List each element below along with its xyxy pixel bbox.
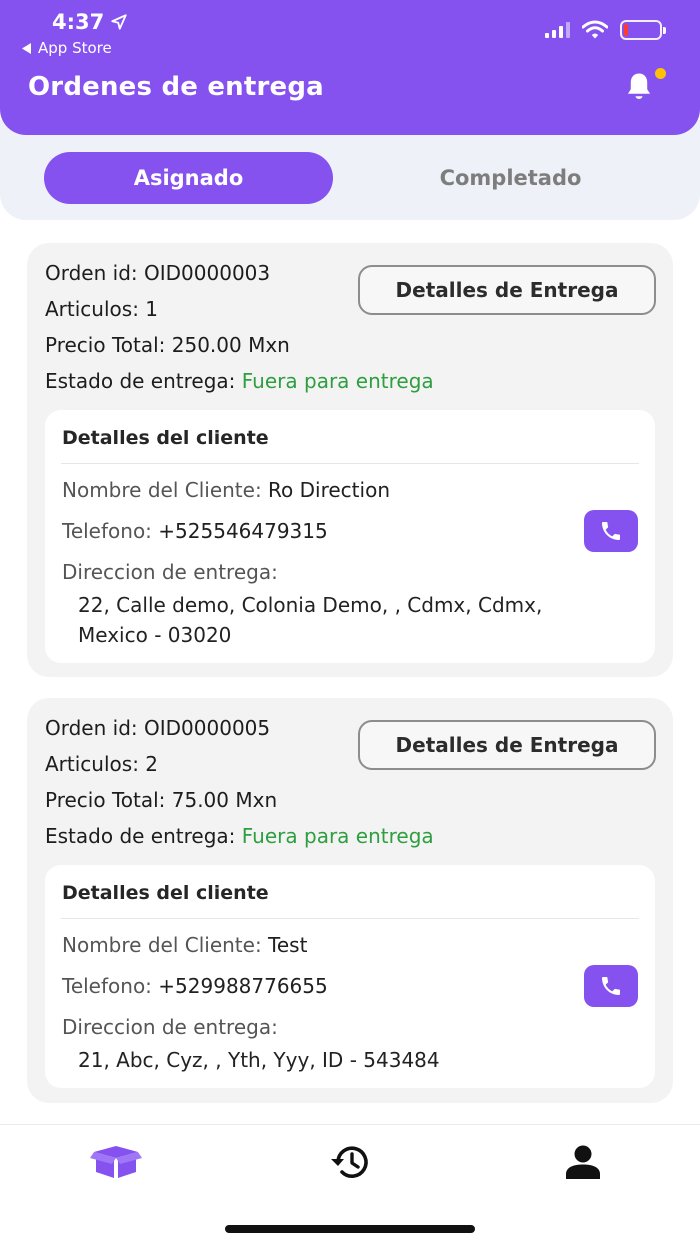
client-name-line: Nombre del Cliente: Test [62,933,307,957]
order-card: Orden id: OID0000003 Articulos: 1 Precio… [27,243,673,677]
order-total-label: Precio Total: [45,333,166,357]
order-items-line: Articulos: 2 [45,752,158,776]
user-icon [566,1145,600,1179]
back-triangle-icon [22,42,31,54]
client-details-title: Detalles del cliente [62,427,269,449]
order-status-value: Fuera para entrega [241,369,434,393]
order-id-label: Orden id: [45,261,138,285]
client-address-label: Direccion de entrega: [62,1015,278,1039]
box-icon [90,1146,142,1178]
order-items-value: 2 [145,752,159,776]
order-status-line: Estado de entrega: Fuera para entrega [45,369,434,393]
order-total-line: Precio Total: 250.00 Mxn [45,333,290,357]
order-items-label: Articulos: [45,297,139,321]
nav-history[interactable] [324,1140,376,1184]
client-name-line: Nombre del Cliente: Ro Direction [62,478,390,502]
client-name-value: Ro Direction [268,478,390,502]
back-label: App Store [38,39,112,57]
delivery-details-button[interactable]: Detalles de Entrega [358,265,656,315]
wifi-icon [582,20,608,39]
order-id-label: Orden id: [45,716,138,740]
client-phone-label: Telefono: [62,974,152,998]
app-header: 4:37 App Store Ordenes de entrega [0,0,700,135]
order-items-line: Articulos: 1 [45,297,158,321]
page-title: Ordenes de entrega [28,72,324,102]
client-details-box: Detalles del cliente Nombre del Cliente:… [45,410,655,663]
order-id-value: OID0000003 [144,261,271,285]
status-indicators [545,20,666,40]
status-time: 4:37 [52,10,128,34]
order-total-value: 250.00 Mxn [171,333,290,357]
client-address-value: 21, Abc, Cyz, , Yth, Yyy, ID - 543484 [78,1048,440,1072]
delivery-details-button[interactable]: Detalles de Entrega [358,720,656,770]
signal-icon [545,22,570,38]
location-arrow-icon [111,14,127,30]
client-divider [61,463,639,464]
tab-completed[interactable]: Completado [366,152,655,204]
order-items-value: 1 [145,297,159,321]
order-status-value: Fuera para entrega [241,824,434,848]
order-total-value: 75.00 Mxn [171,788,278,812]
history-icon [331,1146,368,1178]
order-status-label: Estado de entrega: [45,369,236,393]
call-button[interactable] [584,510,638,552]
tab-assigned[interactable]: Asignado [44,152,333,204]
client-details-box: Detalles del cliente Nombre del Cliente:… [45,865,655,1088]
client-address-label: Direccion de entrega: [62,560,278,584]
client-phone-label: Telefono: [62,519,152,543]
client-phone-value: +525546479315 [158,519,328,543]
client-address-value: 22, Calle demo, Colonia Demo, , Cdmx, Cd… [78,593,543,647]
nav-profile[interactable] [557,1140,609,1184]
order-id-line: Orden id: OID0000003 [45,261,270,285]
client-name-label: Nombre del Cliente: [62,478,262,502]
client-phone-line: Telefono: +529988776655 [62,974,328,998]
bell-icon[interactable] [622,70,656,104]
phone-icon [602,977,620,995]
order-items-label: Articulos: [45,752,139,776]
call-button[interactable] [584,965,638,1007]
notification-badge [655,68,666,79]
order-total-label: Precio Total: [45,788,166,812]
status-time-text: 4:37 [52,10,105,34]
home-indicator [225,1225,475,1233]
client-details-title: Detalles del cliente [62,882,269,904]
phone-icon [602,522,620,540]
battery-icon [620,20,666,40]
back-to-app-store[interactable]: App Store [22,39,112,57]
order-card: Orden id: OID0000005 Articulos: 2 Precio… [27,698,673,1103]
order-id-value: OID0000005 [144,716,271,740]
order-id-line: Orden id: OID0000005 [45,716,270,740]
client-phone-value: +529988776655 [158,974,328,998]
client-name-value: Test [268,933,308,957]
order-status-label: Estado de entrega: [45,824,236,848]
order-total-line: Precio Total: 75.00 Mxn [45,788,277,812]
order-status-line: Estado de entrega: Fuera para entrega [45,824,434,848]
client-name-label: Nombre del Cliente: [62,933,262,957]
client-divider [61,918,639,919]
nav-orders[interactable] [90,1140,142,1184]
client-phone-line: Telefono: +525546479315 [62,519,328,543]
